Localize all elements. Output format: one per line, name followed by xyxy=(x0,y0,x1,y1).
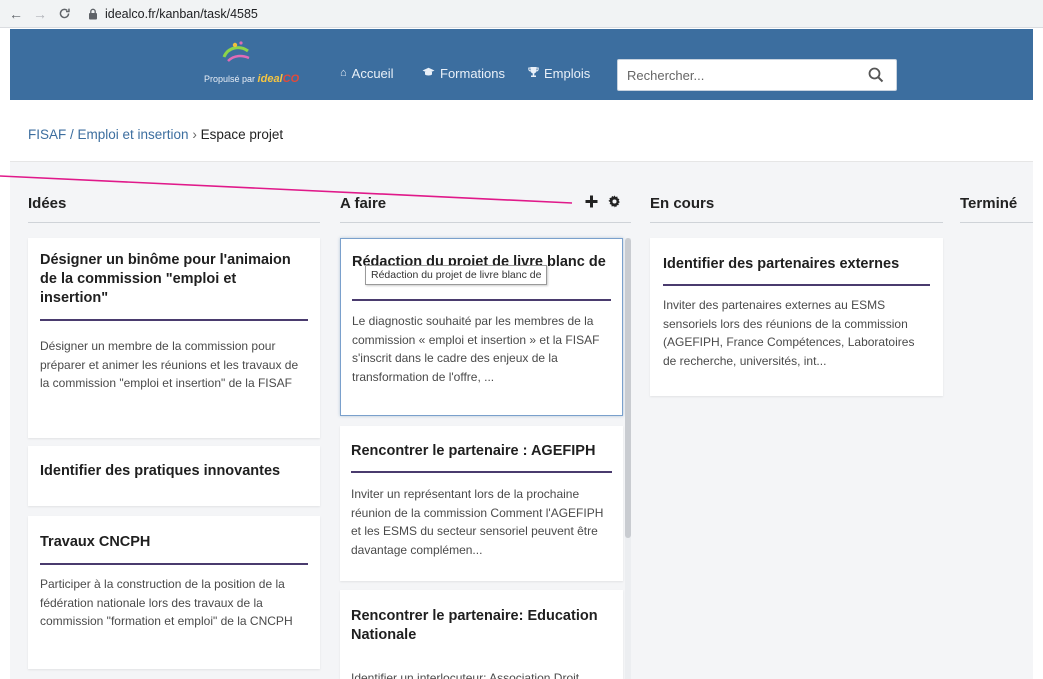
card-description: Identifier un interlocuteur: Association… xyxy=(351,671,580,679)
column-rule xyxy=(28,222,320,223)
search-box xyxy=(617,59,897,91)
card-tooltip: Rédaction du projet de livre blanc de xyxy=(365,265,548,285)
column-rule xyxy=(650,222,943,223)
column-rule xyxy=(340,222,631,223)
gear-icon[interactable] xyxy=(607,194,621,208)
address-bar[interactable]: idealco.fr/kanban/task/4585 xyxy=(88,3,258,25)
home-icon: ⌂ xyxy=(340,67,347,79)
card-description: Participer à la construction de la posit… xyxy=(40,577,293,628)
plus-icon[interactable] xyxy=(584,194,598,208)
reload-icon[interactable] xyxy=(54,4,74,24)
logo[interactable]: Propulsé par idealCO xyxy=(200,37,324,91)
graduation-cap-icon xyxy=(422,67,435,80)
card-divider xyxy=(351,471,612,473)
kanban-card[interactable]: Travaux CNCPH Participer à la constructi… xyxy=(28,516,320,669)
card-description: Inviter des partenaires externes au ESMS… xyxy=(663,298,915,368)
card-divider xyxy=(40,319,308,321)
browser-toolbar: ← → idealco.fr/kanban/task/4585 xyxy=(0,0,1043,28)
trophy-icon xyxy=(528,66,539,81)
arrow-right-icon[interactable]: → xyxy=(30,4,50,24)
card-divider xyxy=(663,284,930,286)
kanban-card[interactable]: Rencontrer le partenaire: Education Nati… xyxy=(340,590,623,679)
site-header: Propulsé par idealCO ⌂ Accueil Formation… xyxy=(10,29,1033,100)
breadcrumb: FISAF / Emploi et insertion › Espace pro… xyxy=(28,127,283,142)
card-description: Désigner un membre de la commission pour… xyxy=(40,339,299,390)
nav-formations[interactable]: Formations xyxy=(422,65,505,81)
card-title: Identifier des partenaires externes xyxy=(663,256,900,272)
lock-icon xyxy=(88,8,98,20)
search-input[interactable] xyxy=(618,60,858,90)
card-title: Identifier des pratiques innovantes xyxy=(40,463,281,479)
arrow-left-icon[interactable]: ← xyxy=(6,4,26,24)
card-title: Rencontrer le partenaire: Education Nati… xyxy=(351,608,598,643)
card-divider xyxy=(352,299,611,301)
card-title: Travaux CNCPH xyxy=(40,534,151,550)
breadcrumb-separator: › xyxy=(192,127,197,142)
breadcrumb-link[interactable]: FISAF / Emploi et insertion xyxy=(28,127,189,142)
column-title-en-cours: En cours xyxy=(650,195,715,212)
logo-tagline: Propulsé par idealCO xyxy=(204,73,300,85)
column-title-termine: Terminé xyxy=(960,195,1018,212)
column-scrollbar-thumb[interactable] xyxy=(625,238,631,538)
nav-emplois[interactable]: Emplois xyxy=(528,65,590,81)
kanban-card[interactable]: Identifier des partenaires externes Invi… xyxy=(650,238,943,396)
card-title: Rencontrer le partenaire : AGEFIPH xyxy=(351,443,596,459)
logo-mark-icon xyxy=(222,41,250,62)
kanban-card[interactable]: Rencontrer le partenaire : AGEFIPH Invit… xyxy=(340,426,623,581)
column-title-idees: Idées xyxy=(28,195,67,212)
kanban-card[interactable]: Identifier des pratiques innovantes xyxy=(28,446,320,506)
column-rule xyxy=(960,222,1033,223)
card-description: Inviter un représentant lors de la proch… xyxy=(351,487,604,557)
card-title: Désigner un binôme pour l'animaion de la… xyxy=(40,252,291,306)
url-text: idealco.fr/kanban/task/4585 xyxy=(105,6,258,21)
kanban-card[interactable]: Désigner un binôme pour l'animaion de la… xyxy=(28,238,320,438)
card-divider xyxy=(40,563,308,565)
nav-accueil[interactable]: ⌂ Accueil xyxy=(340,65,394,81)
breadcrumb-current: Espace projet xyxy=(200,127,284,142)
column-title-a-faire: A faire xyxy=(340,195,387,212)
search-icon[interactable] xyxy=(868,67,884,83)
card-description: Le diagnostic souhaité par les membres d… xyxy=(352,314,600,384)
column-actions xyxy=(584,194,621,208)
